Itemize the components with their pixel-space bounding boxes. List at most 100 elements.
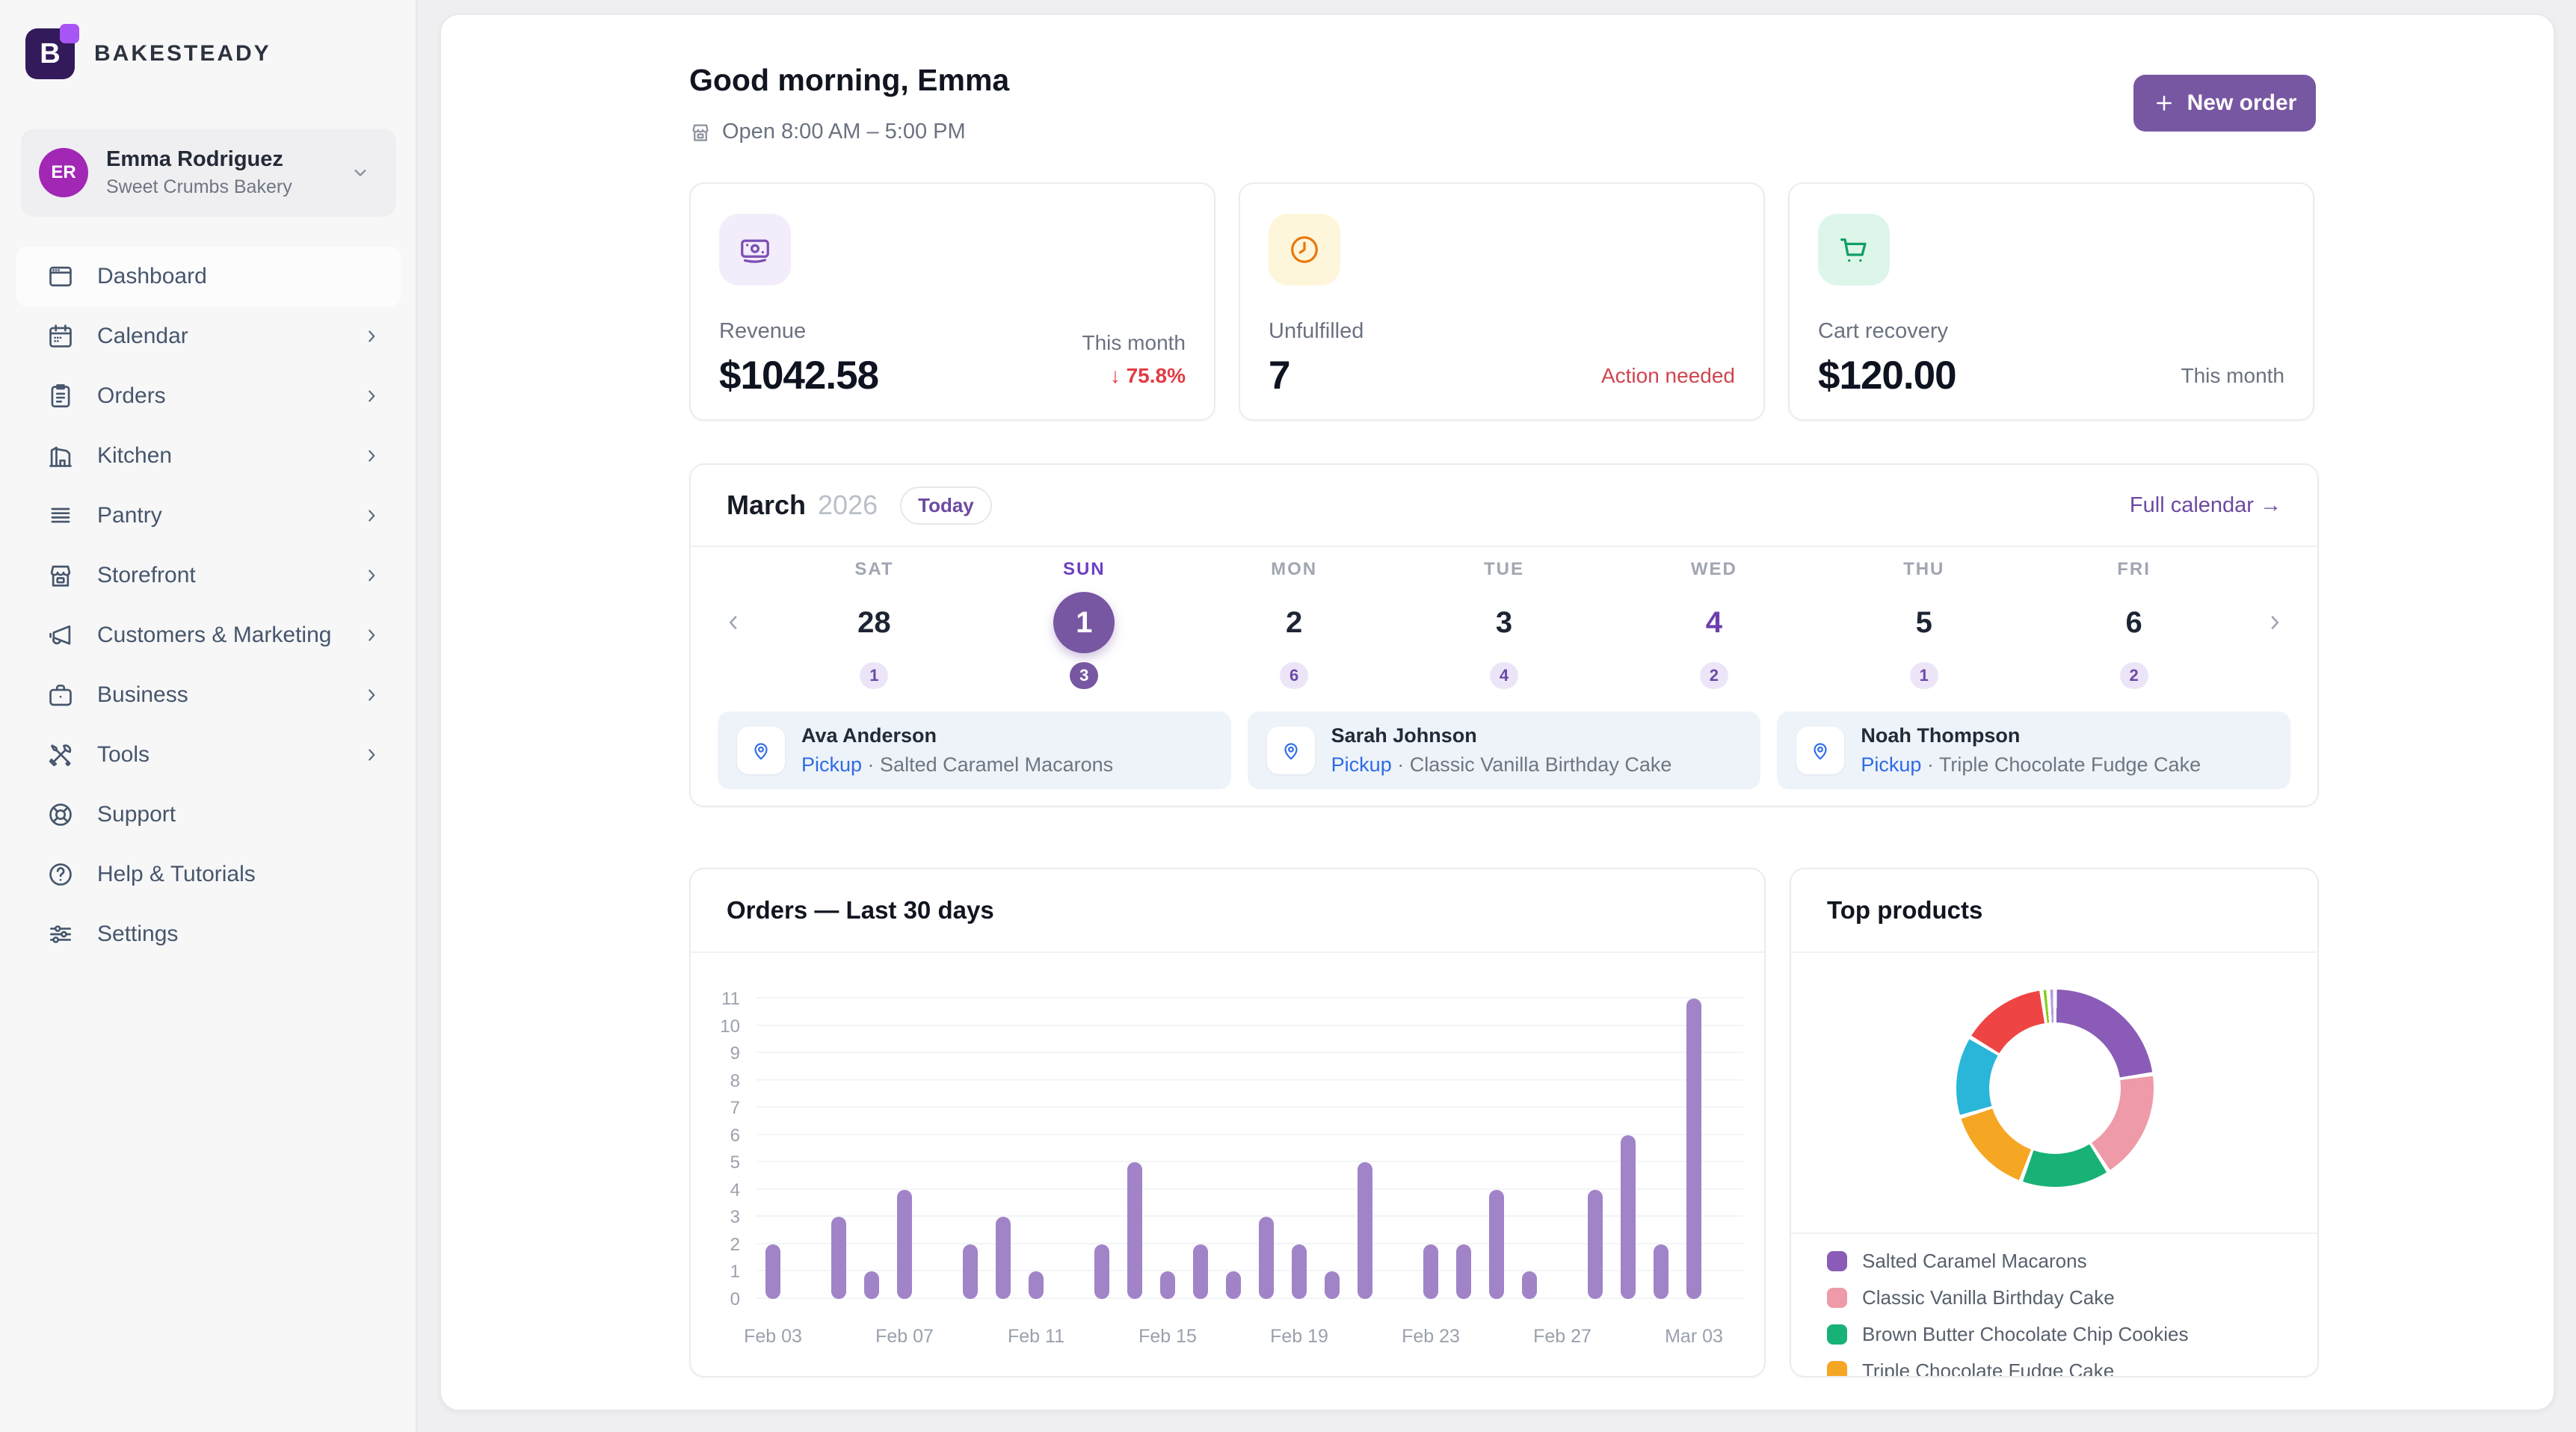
next-week-chevron-icon[interactable]: [2264, 611, 2286, 634]
x-axis-tick-label: Feb 19: [1270, 1326, 1328, 1348]
sidebar-item-label: Storefront: [97, 563, 339, 588]
chevron-right-icon: [362, 506, 381, 525]
y-axis-tick-label: 8: [695, 1071, 740, 1092]
bar-slot-Feb 25: [1480, 999, 1513, 1299]
orders-chart-title: Orders — Last 30 days: [727, 896, 994, 925]
bar: [1226, 1271, 1241, 1299]
sidebar-item-label: Kitchen: [97, 443, 339, 469]
brand: B BAKESTEADY: [25, 28, 271, 79]
calendar-day-mon-2[interactable]: MON26: [1189, 559, 1399, 689]
calendar-day-wed-4[interactable]: WED 4 2: [1609, 559, 1819, 689]
y-axis-tick-label: 6: [695, 1126, 740, 1146]
y-axis-tick-label: 3: [695, 1207, 740, 1228]
bar: [1654, 1244, 1668, 1299]
event-card-2[interactable]: Sarah Johnson Pickup · Classic Vanilla Bi…: [1248, 712, 1761, 789]
calendar-week-strip: SAT281SUN13MON26TUE34WED42THU51FRI62: [691, 547, 2317, 716]
day-of-week-label: TUE: [1484, 559, 1524, 580]
stat-card-unfulfilled: Unfulfilled7Action needed: [1239, 182, 1765, 421]
chevron-right-icon: [362, 685, 381, 705]
event-customer-name: Ava Anderson: [801, 724, 1113, 747]
bar-slot-Mar 02: [1645, 999, 1677, 1299]
bar-slot-Feb 20: [1316, 999, 1349, 1299]
calendar-day-sat-28[interactable]: SAT281: [769, 559, 979, 689]
sidebar-item-tools[interactable]: Tools: [16, 725, 401, 785]
prev-week-chevron-icon[interactable]: [722, 611, 745, 634]
sidebar-item-settings[interactable]: Settings: [16, 904, 401, 964]
event-item: · Classic Vanilla Birthday Cake: [1392, 753, 1672, 776]
bar: [1621, 1135, 1636, 1299]
legend-label: Salted Caramel Macarons: [1862, 1250, 2087, 1273]
chevron-right-icon: [362, 386, 381, 406]
calendar-month: March: [727, 490, 806, 521]
bar: [864, 1271, 879, 1299]
day-number: 6: [2125, 606, 2142, 640]
stat-label: Unfulfilled: [1269, 319, 1364, 344]
bar-slot-Feb 14: [1118, 999, 1151, 1299]
legend-swatch: [1827, 1324, 1847, 1345]
legend-item: Brown Butter Chocolate Chip Cookies: [1827, 1316, 2295, 1353]
new-order-button[interactable]: New order: [2133, 75, 2316, 132]
today-button[interactable]: Today: [900, 487, 992, 525]
event-method: Pickup: [1331, 753, 1392, 776]
avatar: ER: [39, 148, 88, 197]
brand-logo-accent: [60, 24, 79, 43]
sidebar-item-storefront[interactable]: Storefront: [16, 546, 401, 605]
calendar-day-thu-5[interactable]: THU51: [1819, 559, 2029, 689]
calendar-day-tue-3[interactable]: TUE34: [1399, 559, 1609, 689]
event-card-1[interactable]: Ava AndersonPickup · Salted Caramel Maca…: [718, 712, 1231, 789]
calendar-day-sun-1[interactable]: SUN13: [979, 559, 1189, 689]
sidebar-item-orders[interactable]: Orders: [16, 366, 401, 426]
map-pin-icon: [1796, 726, 1844, 774]
day-of-week-label: SUN: [1063, 559, 1106, 580]
day-number: 4: [1706, 606, 1722, 640]
brand-logo-icon: B: [25, 28, 75, 79]
user-name: Emma Rodriguez: [106, 147, 332, 172]
calendar-day-fri-6[interactable]: FRI62: [2029, 559, 2239, 689]
main-canvas: Good morning, Emma Open 8:00 AM – 5:00 P…: [440, 13, 2555, 1411]
bar-slot-Feb 17: [1217, 999, 1250, 1299]
legend-item: Triple Chocolate Fudge Cake: [1827, 1353, 2295, 1377]
sidebar-item-help-tutorials[interactable]: Help & Tutorials: [16, 845, 401, 904]
y-axis-tick-label: 10: [695, 1016, 740, 1037]
chevron-right-icon: [362, 327, 381, 346]
bar-slot-Feb 16: [1184, 999, 1217, 1299]
clock-icon: [1269, 214, 1340, 286]
sidebar-item-calendar[interactable]: Calendar: [16, 306, 401, 366]
legend-label: Triple Chocolate Fudge Cake: [1862, 1360, 2114, 1377]
user-menu[interactable]: ER Emma Rodriguez Sweet Crumbs Bakery: [21, 129, 396, 217]
full-calendar-link[interactable]: Full calendar →: [2130, 493, 2281, 518]
day-of-week-label: THU: [1903, 559, 1944, 580]
sidebar-item-dashboard[interactable]: Dashboard: [16, 247, 401, 306]
event-card-3[interactable]: Noah ThompsonPickup · Triple Chocolate F…: [1777, 712, 2290, 789]
calendar-days: SAT281SUN13MON26TUE34WED42THU51FRI62: [769, 559, 2239, 689]
bar: [1686, 999, 1701, 1299]
sidebar-item-pantry[interactable]: Pantry: [16, 486, 401, 546]
map-pin-icon: [1267, 726, 1315, 774]
stat-value: $120.00: [1818, 353, 1956, 398]
sidebar-item-customers-marketing[interactable]: Customers & Marketing: [16, 605, 401, 665]
day-event-count-badge: 1: [860, 662, 888, 689]
bar-slot-Feb 21: [1349, 999, 1381, 1299]
bar-slot-Feb 07: [888, 999, 921, 1299]
bar: [1160, 1271, 1175, 1299]
bars: [757, 999, 1743, 1299]
day-of-week-label: MON: [1271, 559, 1317, 580]
event-customer-name: Sarah Johnson: [1331, 724, 1672, 747]
sidebar-item-label: Support: [97, 802, 381, 827]
event-customer-name: Noah Thompson: [1861, 724, 2201, 747]
legend-label: Brown Butter Chocolate Chip Cookies: [1862, 1323, 2188, 1346]
store-hours-text: Open 8:00 AM – 5:00 PM: [722, 120, 966, 144]
bar-slot-Feb 28: [1579, 999, 1612, 1299]
sidebar-item-kitchen[interactable]: Kitchen: [16, 426, 401, 486]
day-event-count-badge: 2: [1700, 662, 1728, 689]
orders-chart-card: Orders — Last 30 days 01234567891011Feb …: [689, 868, 1766, 1377]
day-number: 3: [1496, 606, 1512, 640]
calendar-year: 2026: [818, 490, 878, 521]
sidebar-item-business[interactable]: Business: [16, 665, 401, 725]
plus-icon: [2153, 92, 2175, 114]
bar: [1127, 1162, 1142, 1299]
sidebar-item-label: Settings: [97, 922, 381, 947]
x-axis-tick-label: Feb 23: [1402, 1326, 1460, 1348]
day-of-week-label: WED: [1691, 559, 1737, 580]
sidebar-item-support[interactable]: Support: [16, 785, 401, 845]
